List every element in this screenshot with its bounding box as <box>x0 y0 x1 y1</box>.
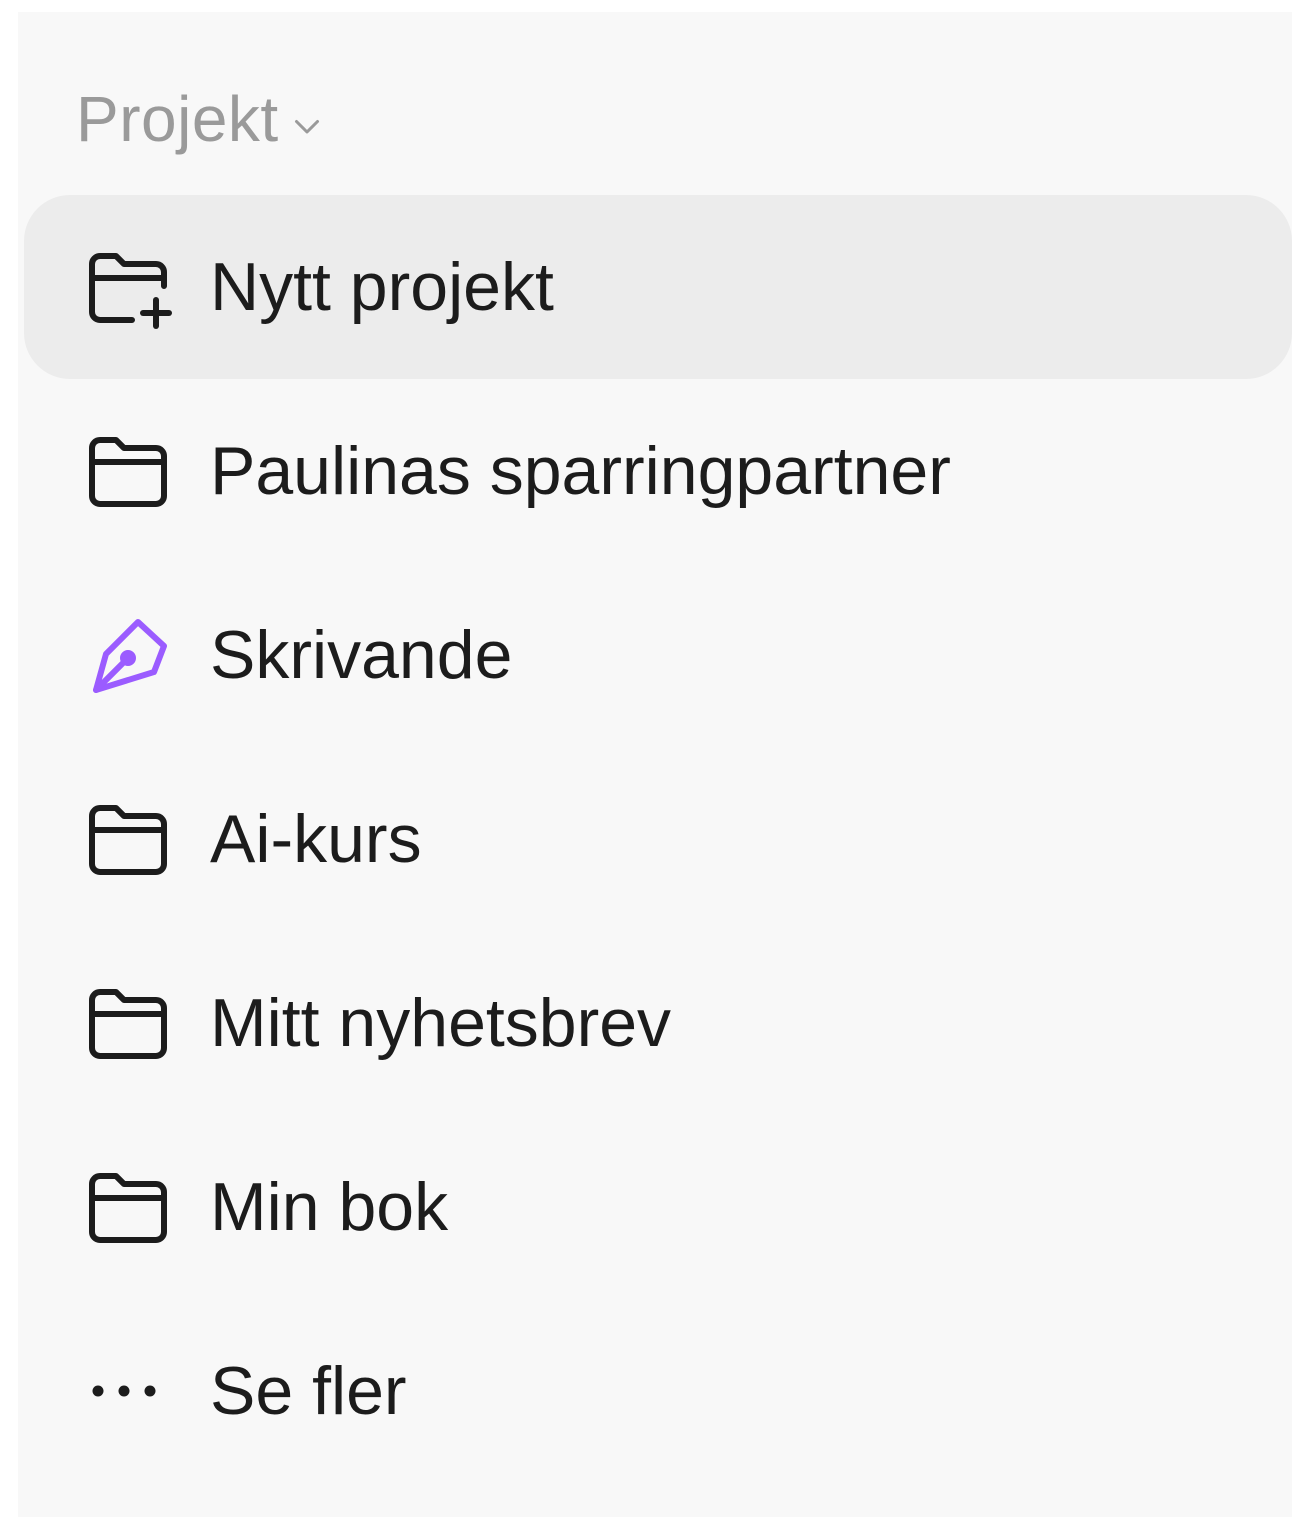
chevron-down-icon <box>294 120 319 134</box>
new-project-label: Nytt projekt <box>210 249 554 325</box>
project-item-label: Min bok <box>210 1169 449 1245</box>
projects-section-title: Projekt <box>76 83 279 155</box>
projects-sidebar-panel: Projekt Nytt projekt Paulinas sparringpa… <box>18 12 1292 1517</box>
projects-section-toggle[interactable]: Projekt <box>76 74 325 164</box>
folder-icon <box>84 978 174 1068</box>
project-item-skrivande[interactable]: Skrivande <box>24 563 1292 747</box>
project-item-label: Skrivande <box>210 617 513 693</box>
new-project-button[interactable]: Nytt projekt <box>24 195 1292 379</box>
project-item-min-bok[interactable]: Min bok <box>24 1115 1292 1299</box>
folder-icon <box>84 426 174 516</box>
project-item-label: Paulinas sparringpartner <box>210 433 951 509</box>
folder-plus-icon <box>84 242 174 332</box>
project-item-mitt-nyhetsbrev[interactable]: Mitt nyhetsbrev <box>24 931 1292 1115</box>
project-item-label: Mitt nyhetsbrev <box>210 985 672 1061</box>
project-item-label: Ai-kurs <box>210 801 422 877</box>
project-item-ai-kurs[interactable]: Ai-kurs <box>24 747 1292 931</box>
see-more-label: Se fler <box>210 1353 407 1429</box>
project-item-paulinas-sparringpartner[interactable]: Paulinas sparringpartner <box>24 379 1292 563</box>
folder-icon <box>84 794 174 884</box>
pen-nib-icon <box>84 610 174 700</box>
folder-icon <box>84 1162 174 1252</box>
see-more-button[interactable]: Se fler <box>24 1299 1292 1483</box>
more-dots-icon <box>84 1346 174 1436</box>
